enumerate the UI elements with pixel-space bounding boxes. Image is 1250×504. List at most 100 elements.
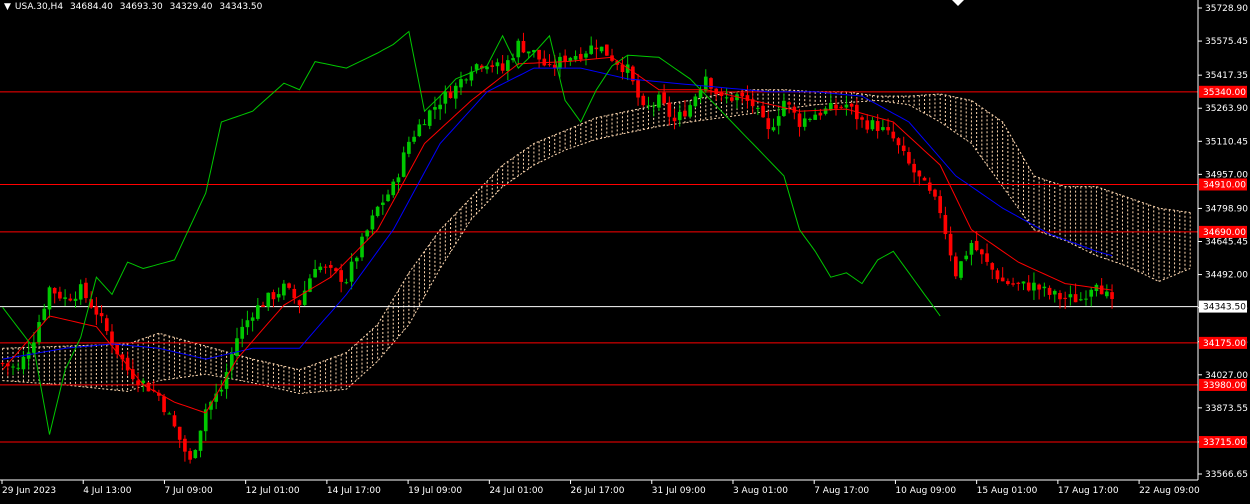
candle-body [240, 326, 245, 339]
triangle-down-icon[interactable]: ▼ [4, 2, 11, 12]
candle-body [1105, 291, 1109, 297]
candle-body [1032, 282, 1036, 291]
candle-body [896, 138, 901, 146]
candle-body [42, 308, 47, 320]
candle-body [94, 306, 99, 315]
candle-body [787, 102, 791, 105]
candle-body [724, 97, 729, 99]
candle-body [995, 270, 1000, 280]
candle-body [886, 127, 890, 131]
symbol-label: USA.30,H4 [14, 2, 64, 12]
candle-body [339, 270, 343, 282]
candle-body [526, 51, 531, 54]
candle-body [672, 117, 677, 122]
chart-window[interactable]: 35728.90 35575.45 35417.35 35263.90 35110.45… [0, 0, 1250, 500]
candle-body [922, 177, 927, 181]
candle-body [396, 177, 401, 183]
candle-body [1068, 294, 1073, 298]
candle-body [313, 269, 317, 278]
candle-body [558, 56, 562, 69]
x-tick-label: 29 Jun 2023 [2, 486, 56, 496]
candle-body [875, 121, 880, 131]
candle-body [21, 356, 26, 370]
candle-body [1016, 282, 1021, 284]
x-tick-label: 7 Aug 17:00 [814, 486, 869, 496]
y-tick-label: 35110.45 [1205, 137, 1248, 147]
x-tick-label: 15 Aug 01:00 [977, 486, 1038, 496]
y-tick-label: 35263.90 [1205, 104, 1248, 114]
candle-body [1089, 289, 1094, 297]
candle-body [500, 63, 505, 71]
candle-body [974, 240, 979, 251]
y-tick-label: 35417.35 [1205, 71, 1248, 81]
candle-body [667, 102, 672, 117]
candle-body [354, 257, 359, 262]
candle-body [256, 305, 260, 319]
candle-body [1021, 281, 1026, 284]
candle-body [52, 287, 57, 294]
candle-body [823, 108, 828, 114]
candle-body [547, 64, 552, 66]
ichimoku-chart[interactable]: 35728.90 35575.45 35417.35 35263.90 35110.45… [0, 0, 1250, 500]
candle-body [459, 79, 463, 88]
candle-body [703, 76, 708, 91]
candle-body [287, 283, 291, 288]
candle-body [63, 297, 67, 299]
close-value: 34343.50 [219, 2, 263, 12]
candle-body [453, 85, 458, 99]
low-value: 34329.40 [169, 2, 213, 12]
candle-body [688, 105, 692, 117]
candle-body [802, 118, 807, 127]
candle-body [167, 413, 172, 415]
candle-body [985, 253, 989, 262]
x-tick-label: 24 Jul 01:00 [489, 486, 543, 496]
candle-body [953, 256, 958, 277]
candle-body [16, 367, 21, 369]
candle-body [422, 124, 427, 126]
candle-body [943, 215, 948, 235]
candle-body [907, 152, 911, 164]
candle-body [235, 338, 239, 356]
candle-body [297, 300, 302, 306]
candle-body [391, 181, 396, 196]
candle-body [584, 53, 588, 58]
candle-body [26, 352, 31, 359]
candle-body [662, 92, 666, 104]
candle-body [1084, 298, 1088, 300]
candle-body [651, 105, 656, 107]
candle-body [1047, 287, 1052, 295]
candle-body [604, 44, 609, 56]
candle-body [834, 104, 838, 109]
candle-body [729, 97, 734, 101]
candle-body [162, 396, 166, 413]
level-label: 34690.00 [1203, 228, 1246, 238]
candle-body [808, 118, 812, 121]
candle-body [849, 103, 854, 107]
candle-body [693, 96, 698, 107]
candle-body [375, 206, 380, 216]
candle-body [245, 320, 250, 328]
y-tick-label: 34645.45 [1205, 238, 1248, 248]
candle-body [1058, 292, 1062, 300]
candle-body [1026, 282, 1031, 291]
x-tick-label: 31 Jul 09:00 [652, 486, 706, 496]
x-tick-label: 14 Jul 17:00 [327, 486, 381, 496]
candle-body [573, 56, 578, 60]
candle-body [318, 266, 323, 270]
candle-body [927, 182, 932, 191]
current-price-label: 34343.50 [1203, 303, 1246, 313]
candle-body [292, 288, 297, 299]
candle-body [766, 118, 771, 130]
candle-body [401, 152, 406, 177]
open-value: 34684.40 [69, 2, 113, 12]
candle-body [677, 111, 682, 121]
candle-body [1073, 294, 1078, 303]
level-label: 33980.00 [1203, 381, 1246, 391]
candle-body [506, 60, 510, 72]
candle-body [1011, 283, 1015, 285]
candle-body [948, 233, 953, 256]
candle-body [78, 284, 83, 300]
candle-body [938, 196, 942, 214]
candle-body [349, 261, 354, 282]
candle-body [58, 291, 62, 299]
